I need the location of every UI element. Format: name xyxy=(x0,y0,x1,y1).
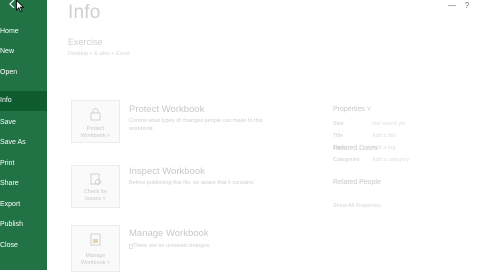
section-description: Before publishing this file, be aware th… xyxy=(129,180,289,188)
tile-label-1: Check for xyxy=(83,189,108,195)
nav-item-label: Export xyxy=(0,201,21,208)
properties-heading[interactable]: Properties ˅ xyxy=(333,106,371,113)
section-description-line: workbook. xyxy=(129,125,155,132)
inspect-document-icon xyxy=(90,173,101,185)
nav-item-save[interactable]: Save xyxy=(0,113,47,133)
property-key: Size xyxy=(333,121,344,127)
section-description-line: Before publishing this file, be aware th… xyxy=(129,180,255,186)
section-title: Protect Workbook xyxy=(129,104,205,115)
nav-item-open[interactable]: Open xyxy=(0,63,47,83)
info-pane: ? — Info Exercise Desktop » E-alex » Exc… xyxy=(47,0,480,272)
manage-workbook-button[interactable]: Manage Workbook ˅ xyxy=(71,225,120,272)
section-description-line: Control what types of changes people can… xyxy=(129,118,263,124)
tile-label-2: Workbook ˅ xyxy=(80,133,111,139)
nav-item-label: Share xyxy=(0,180,19,187)
document-path[interactable]: Desktop » E-alex » Excel xyxy=(68,51,129,57)
tile-label-1: Manage xyxy=(85,253,106,259)
nav-item-close[interactable]: Close xyxy=(0,236,47,256)
tile-label-2: Workbook ˅ xyxy=(80,260,111,266)
property-key: Title xyxy=(333,133,344,139)
related-dates-heading: Related Dates xyxy=(333,145,378,152)
back-arrow-icon[interactable] xyxy=(9,0,15,8)
nav-item-share[interactable]: Share xyxy=(0,174,47,194)
nav-item-new[interactable]: New xyxy=(0,42,47,62)
nav-item-label: Publish xyxy=(0,221,23,228)
minimize-button[interactable]: — xyxy=(447,2,457,10)
property-value[interactable]: Add a category xyxy=(372,157,409,163)
property-key: Categories xyxy=(333,157,360,163)
tile-label-2: Issues ˅ xyxy=(85,196,106,202)
help-button[interactable]: ? xyxy=(462,2,472,10)
lock-icon xyxy=(90,108,101,121)
page-title: Info xyxy=(68,2,101,23)
info-bullet-icon xyxy=(129,244,133,249)
backstage-sidebar: Home New Open Info Save Save As Print Sh… xyxy=(0,0,47,270)
property-value: Not saved yet xyxy=(372,121,406,127)
mouse-cursor-icon xyxy=(16,0,24,12)
nav-item-label: Save As xyxy=(0,139,26,146)
nav-item-label: Save xyxy=(0,119,16,126)
property-value[interactable]: Add a title xyxy=(372,133,396,139)
section-description: There are no unsaved changes. xyxy=(133,243,293,251)
nav-item-label: Home xyxy=(0,28,19,35)
nav-item-print[interactable]: Print xyxy=(0,154,47,174)
section-description-line: There are no unsaved changes. xyxy=(133,243,211,249)
show-all-properties-link[interactable]: Show All Properties xyxy=(333,203,381,209)
nav-item-info[interactable]: Info xyxy=(0,91,47,111)
nav-item-label: Open xyxy=(0,69,18,76)
tile-label-1: Protect xyxy=(86,126,105,132)
check-for-issues-button[interactable]: Check for Issues ˅ xyxy=(71,165,120,208)
section-title: Inspect Workbook xyxy=(129,166,205,177)
nav-item-publish[interactable]: Publish xyxy=(0,215,47,235)
nav-item-export[interactable]: Export xyxy=(0,195,47,215)
nav-item-save-as[interactable]: Save As xyxy=(0,133,47,153)
nav-item-label: New xyxy=(0,48,15,55)
section-description: Control what types of changes people can… xyxy=(129,118,289,133)
manage-document-icon xyxy=(90,233,101,246)
related-people-heading: Related People xyxy=(333,179,381,186)
section-title: Manage Workbook xyxy=(129,228,209,239)
document-name: Exercise xyxy=(68,37,103,47)
nav-item-label: Print xyxy=(0,160,15,167)
nav-item-home[interactable]: Home xyxy=(0,22,47,42)
nav-item-label: Close xyxy=(0,242,18,249)
protect-workbook-button[interactable]: Protect Workbook ˅ xyxy=(71,100,120,143)
nav-item-label: Info xyxy=(0,97,12,104)
